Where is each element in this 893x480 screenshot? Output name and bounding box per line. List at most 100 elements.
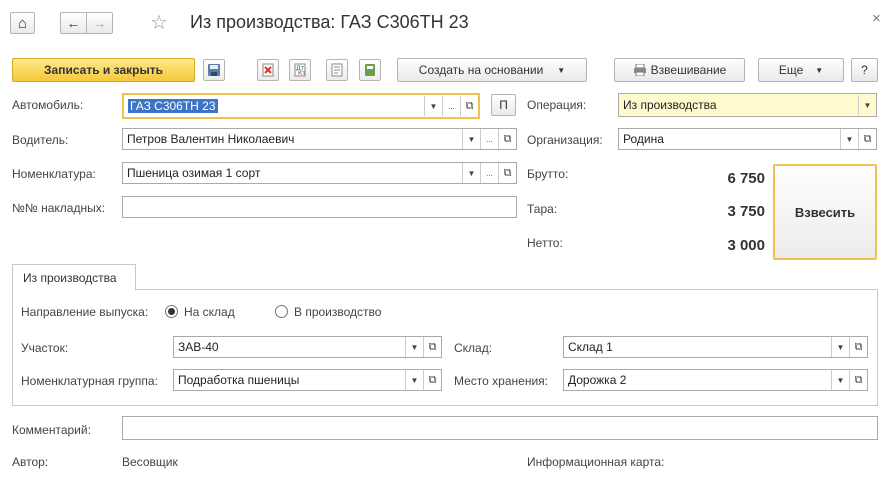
invoices-field[interactable] — [122, 196, 517, 218]
nomenclature-value: Пшеница озимая 1 сорт — [127, 166, 261, 180]
favorite-star-icon[interactable]: ☆ — [150, 10, 168, 35]
select-ellipsis-icon[interactable]: ... — [480, 129, 498, 149]
open-item-icon[interactable]: ⧉ — [423, 370, 441, 390]
open-item-icon[interactable]: ⧉ — [498, 163, 516, 183]
more-button[interactable]: Еще ▼ — [758, 58, 844, 82]
back-arrow-icon: ← — [66, 15, 81, 31]
tab-from-production[interactable]: Из производства — [12, 264, 136, 290]
gross-value: 6 750 — [727, 170, 765, 187]
radio-to-production[interactable] — [275, 305, 288, 318]
chevron-down-icon[interactable]: ▼ — [831, 337, 849, 357]
radio-to-warehouse-label[interactable]: На склад — [184, 305, 235, 319]
tab-label: Из производства — [23, 271, 117, 285]
chevron-down-icon[interactable]: ▼ — [840, 129, 858, 149]
select-ellipsis-icon[interactable]: ... — [480, 163, 498, 183]
operation-field[interactable]: Из производства ▼ — [618, 93, 877, 117]
weigh-label: Взвесить — [794, 204, 856, 220]
operation-value: Из производства — [623, 98, 717, 112]
gross-label: Брутто: — [527, 167, 569, 181]
report-document-icon — [331, 63, 343, 77]
save-button[interactable] — [203, 59, 225, 81]
delete-document-icon — [262, 63, 274, 77]
tare-label: Тара: — [527, 202, 558, 216]
svg-text:Кт: Кт — [298, 70, 306, 77]
warehouse-field[interactable]: Склад 1 ▼ ⧉ — [563, 336, 868, 358]
warehouse-label: Склад: — [454, 341, 493, 355]
close-icon[interactable]: × — [872, 10, 881, 27]
posting-button[interactable]: Дт Кт — [289, 59, 311, 81]
back-button[interactable]: ← — [60, 12, 86, 34]
comment-field[interactable] — [122, 416, 878, 440]
home-icon: ⌂ — [17, 14, 28, 32]
chevron-down-icon[interactable]: ▼ — [424, 96, 442, 116]
organization-value: Родина — [623, 132, 664, 146]
print-doc-button[interactable] — [359, 59, 381, 81]
section-value: ЗАВ-40 — [178, 340, 219, 354]
chevron-down-icon[interactable]: ▼ — [858, 95, 876, 115]
nomenclature-label: Номенклатура: — [12, 167, 96, 181]
tare-value: 3 750 — [727, 203, 765, 220]
section-field[interactable]: ЗАВ-40 ▼ ⧉ — [173, 336, 442, 358]
net-label: Нетто: — [527, 236, 563, 250]
organization-field[interactable]: Родина ▼ ⧉ — [618, 128, 877, 150]
weigh-button[interactable]: Взвесить — [773, 164, 877, 260]
author-value: Весовщик — [122, 455, 178, 469]
open-item-icon[interactable]: ⧉ — [498, 129, 516, 149]
warehouse-value: Склад 1 — [568, 340, 613, 354]
open-item-icon[interactable]: ⧉ — [858, 129, 876, 149]
nomgroup-label: Номенклатурная группа: — [21, 374, 158, 388]
forward-arrow-icon: → — [92, 15, 107, 31]
document-green-icon — [365, 64, 375, 76]
organization-label: Организация: — [527, 133, 603, 147]
help-label: ? — [861, 63, 868, 77]
radio-to-production-label[interactable]: В производство — [294, 305, 381, 319]
chevron-down-icon: ▼ — [557, 65, 566, 75]
author-label: Автор: — [12, 455, 49, 469]
help-button[interactable]: ? — [851, 58, 878, 82]
save-and-close-button[interactable]: Записать и закрыть — [12, 58, 195, 82]
nomgroup-value: Подработка пшеницы — [178, 373, 300, 387]
chevron-down-icon[interactable]: ▼ — [462, 163, 480, 183]
car-extra-button[interactable]: П — [491, 94, 516, 116]
radio-to-warehouse[interactable] — [165, 305, 178, 318]
create-based-on-button[interactable]: Создать на основании ▼ — [397, 58, 587, 82]
open-item-icon[interactable]: ⧉ — [849, 337, 867, 357]
chevron-down-icon: ▼ — [815, 65, 824, 75]
window-title: Из производства: ГАЗ С306ТН 23 — [190, 12, 469, 32]
operation-label: Операция: — [527, 98, 587, 112]
weighing-button[interactable]: Взвешивание — [614, 58, 745, 82]
chevron-down-icon[interactable]: ▼ — [831, 370, 849, 390]
open-item-icon[interactable]: ⧉ — [423, 337, 441, 357]
select-ellipsis-icon[interactable]: ... — [442, 96, 460, 116]
driver-value: Петров Валентин Николаевич — [127, 132, 295, 146]
storage-label: Место хранения: — [454, 374, 548, 388]
floppy-icon — [208, 64, 220, 76]
car-field[interactable]: ГАЗ С306ТН 23 ▼ ... ⧉ — [122, 93, 480, 119]
chevron-down-icon[interactable]: ▼ — [405, 370, 423, 390]
more-label: Еще — [778, 63, 804, 77]
chevron-down-icon[interactable]: ▼ — [405, 337, 423, 357]
open-item-icon[interactable]: ⧉ — [460, 96, 478, 116]
posting-icon: ДтКт — [294, 63, 306, 77]
car-extra-label: П — [499, 98, 508, 112]
comment-label: Комментарий: — [12, 423, 91, 437]
storage-value: Дорожка 2 — [568, 373, 627, 387]
nomenclature-field[interactable]: Пшеница озимая 1 сорт ▼ ... ⧉ — [122, 162, 517, 184]
report-button[interactable] — [326, 59, 348, 81]
weighing-label: Взвешивание — [650, 63, 727, 77]
driver-label: Водитель: — [12, 133, 69, 147]
invoices-label: №№ накладных: — [12, 201, 106, 215]
printer-icon — [633, 64, 646, 76]
car-value: ГАЗ С306ТН 23 — [128, 99, 218, 113]
forward-button[interactable]: → — [86, 12, 113, 34]
nomgroup-field[interactable]: Подработка пшеницы ▼ ⧉ — [173, 369, 442, 391]
info-card-label[interactable]: Информационная карта: — [527, 455, 664, 469]
chevron-down-icon[interactable]: ▼ — [462, 129, 480, 149]
car-label: Автомобиль: — [12, 98, 84, 112]
mark-deletion-button[interactable] — [257, 59, 279, 81]
driver-field[interactable]: Петров Валентин Николаевич ▼ ... ⧉ — [122, 128, 517, 150]
create-based-on-label: Создать на основании — [418, 63, 544, 77]
open-item-icon[interactable]: ⧉ — [849, 370, 867, 390]
home-button[interactable]: ⌂ — [10, 12, 35, 34]
storage-field[interactable]: Дорожка 2 ▼ ⧉ — [563, 369, 868, 391]
